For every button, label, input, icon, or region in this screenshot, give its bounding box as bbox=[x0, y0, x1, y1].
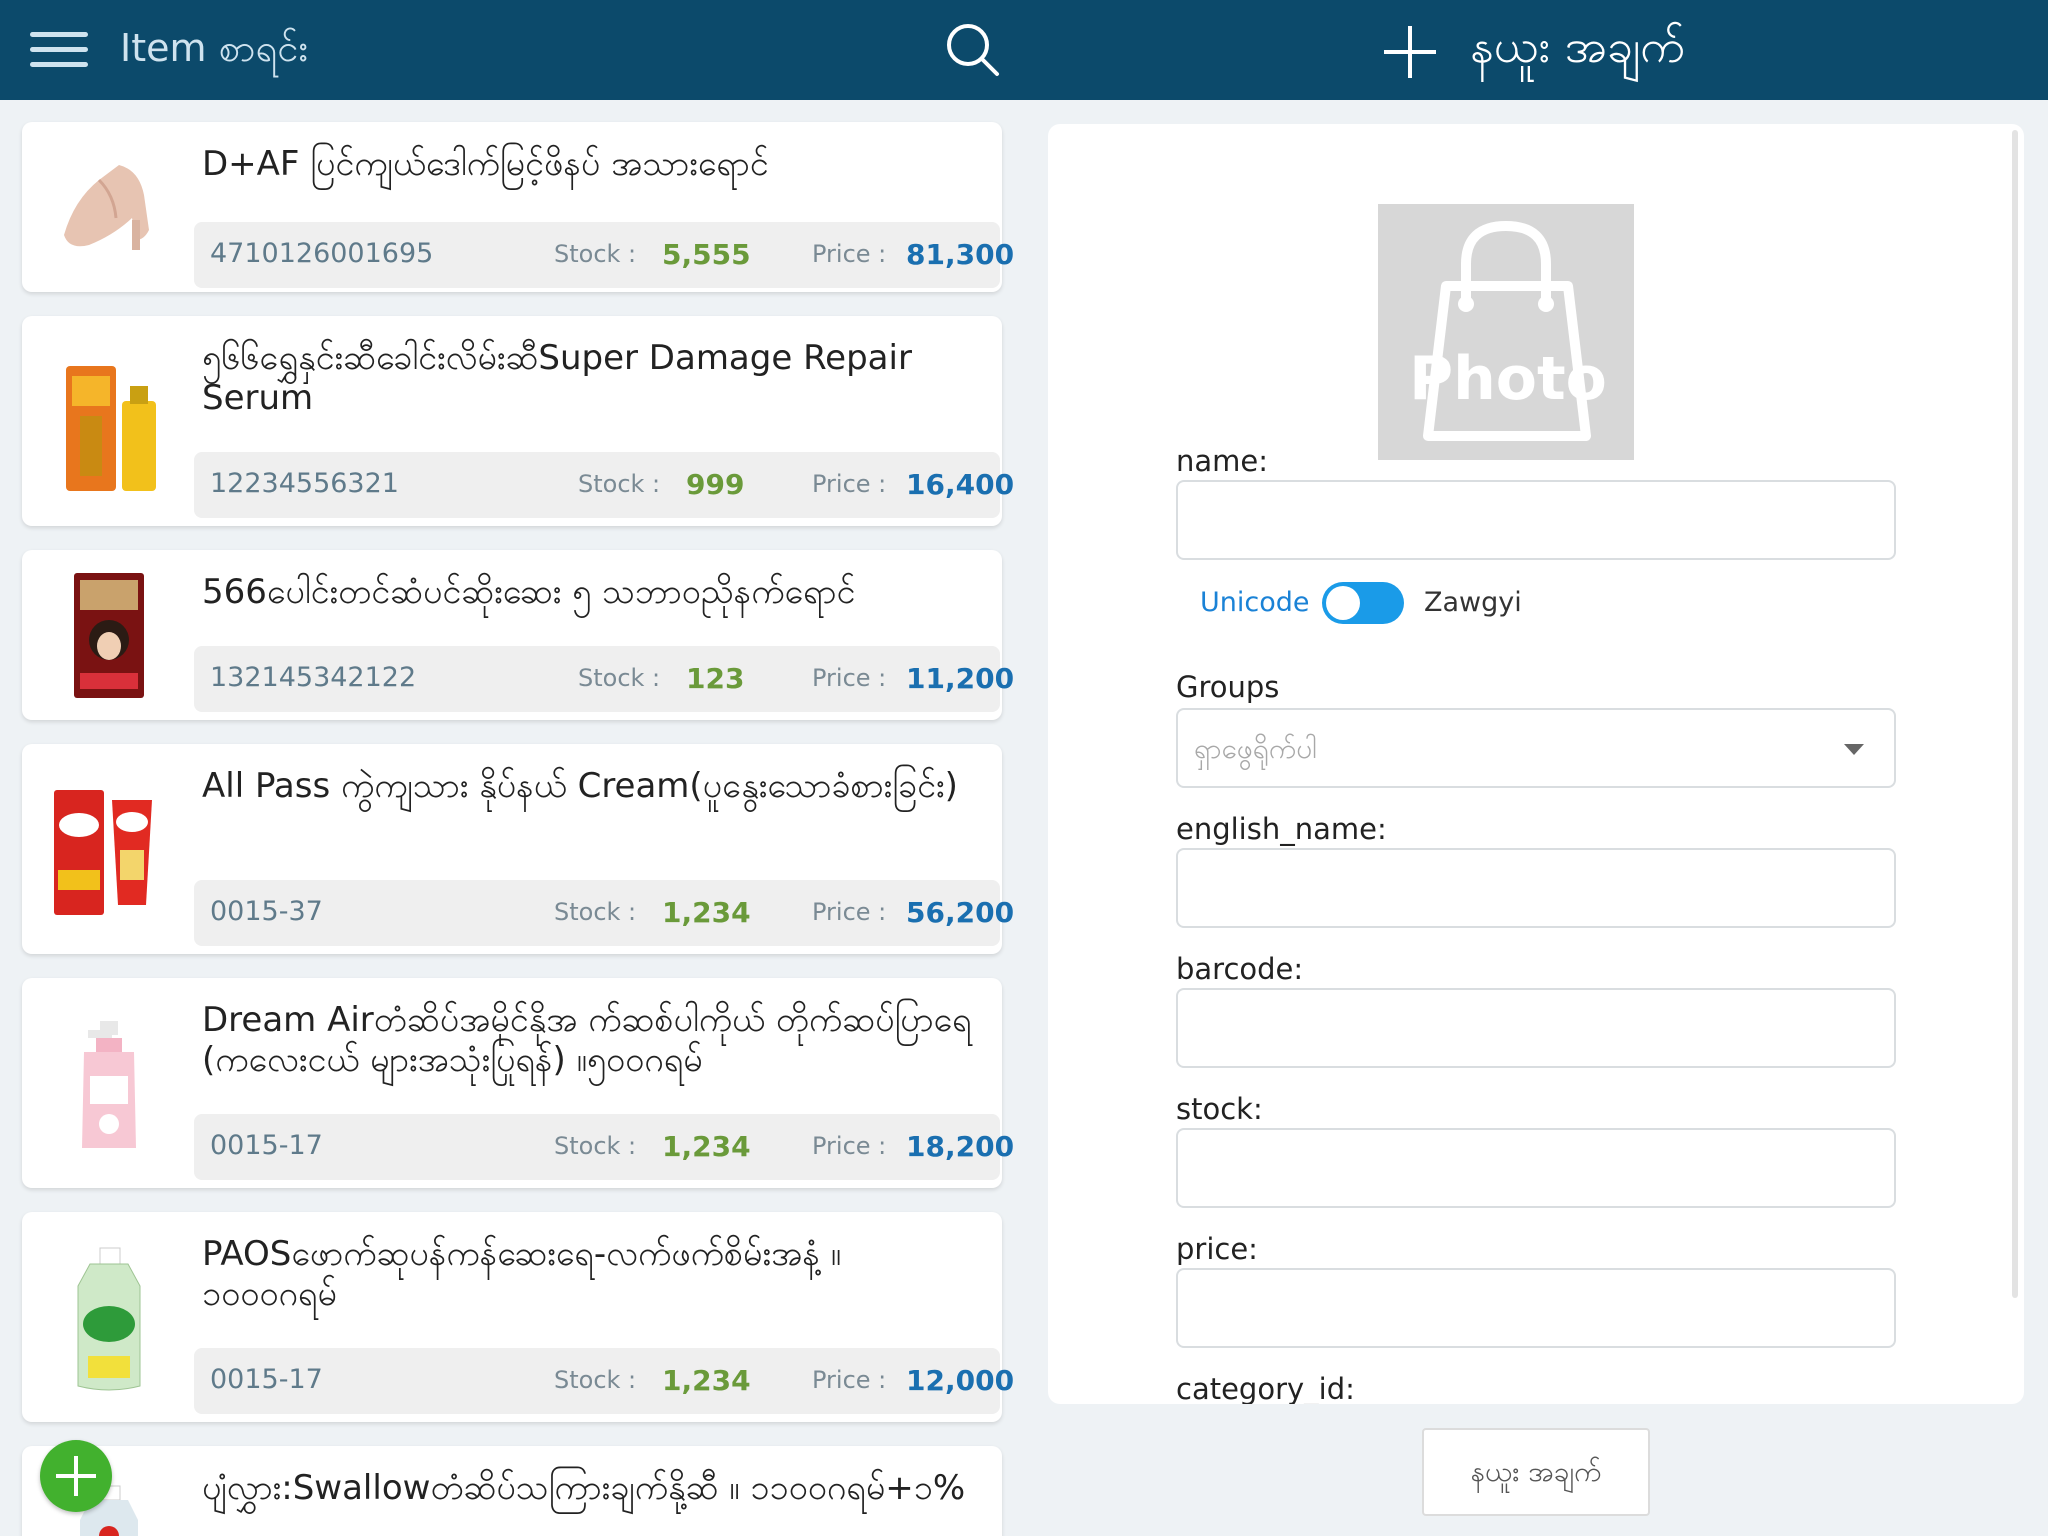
item-title: ပျံလွှား:Swallowတံဆိပ်သကြားချက်နို့ဆီ ။ … bbox=[202, 1468, 966, 1508]
item-meta: 0015-37 Stock : 1,234 Price : 56,200 bbox=[194, 880, 1014, 946]
item-code: 12234556321 bbox=[210, 468, 399, 499]
item-card[interactable]: 566ပေါင်းတင်ဆံပင်ဆိုးဆေး ၅ သဘာဝညိုနက်ရော… bbox=[22, 550, 1014, 720]
item-title: 566ပေါင်းတင်ဆံပင်ဆိုးဆေး ၅ သဘာဝညိုနက်ရော… bbox=[202, 572, 856, 612]
name-label: name: bbox=[1176, 444, 1269, 478]
item-meta: 0015-17 Stock : 1,234 Price : 18,200 bbox=[194, 1114, 1014, 1180]
price-label: Price : bbox=[812, 470, 887, 498]
floating-add-button[interactable] bbox=[40, 1440, 112, 1512]
pink-pump-bottle-image bbox=[44, 1016, 174, 1156]
add-icon[interactable] bbox=[1380, 24, 1440, 80]
photo-placeholder[interactable]: Photo bbox=[1378, 204, 1634, 460]
stock-label: Stock : bbox=[578, 470, 661, 498]
zawgyi-label: Zawgyi bbox=[1424, 587, 1522, 618]
item-card[interactable]: Dream Airတံဆိပ်အမိုင်နိုအ က်ဆစ်ပါကိုယ် တ… bbox=[22, 978, 1014, 1188]
unicode-label: Unicode bbox=[1200, 587, 1310, 618]
price-input[interactable] bbox=[1176, 1268, 1896, 1348]
item-title: D+AF ပြင်ကျယ်ဒေါက်မြင့်ဖိနပ် အသားရောင် bbox=[202, 144, 769, 184]
hamburger-menu-icon[interactable] bbox=[30, 28, 90, 72]
stock-label: Stock : bbox=[554, 240, 637, 268]
beige-high-heel-shoe-image bbox=[44, 140, 174, 270]
item-card[interactable]: All Pass ကွဲကျသား နိုပ်နယ် Cream(ပူနွေးသ… bbox=[22, 744, 1014, 954]
item-card[interactable]: ပျံလွှား:Swallowတံဆိပ်သကြားချက်နို့ဆီ ။ … bbox=[22, 1446, 1002, 1536]
caret-down-icon bbox=[1844, 744, 1864, 755]
barcode-label: barcode: bbox=[1176, 952, 1304, 986]
price-label: Price : bbox=[812, 898, 887, 926]
top-bar: Item စာရင်း နယူး အချက် bbox=[0, 0, 2048, 100]
form-scrollbar[interactable] bbox=[2012, 130, 2018, 1298]
stock-label: Stock : bbox=[578, 664, 661, 692]
item-title: Dream Airတံဆိပ်အမိုင်နိုအ က်ဆစ်ပါကိုယ် တ… bbox=[202, 1000, 972, 1080]
price-value: 18,200 bbox=[906, 1130, 1015, 1163]
price-value: 16,400 bbox=[906, 468, 1015, 501]
category-id-label: category_id: bbox=[1176, 1372, 1355, 1404]
stock-value: 5,555 bbox=[662, 238, 751, 271]
price-value: 81,300 bbox=[906, 238, 1015, 271]
cream-box-and-tube-image bbox=[44, 780, 174, 920]
stock-label: Stock : bbox=[554, 1132, 637, 1160]
shopping-bag-icon: Photo bbox=[1409, 220, 1607, 441]
item-card[interactable]: D+AF ပြင်ကျယ်ဒေါက်မြင့်ဖိနပ် အသားရောင် 4… bbox=[22, 122, 1014, 292]
item-code: 0015-17 bbox=[210, 1364, 323, 1395]
groups-select[interactable]: ရှာဖွေရိုက်ပါ bbox=[1176, 708, 1896, 788]
item-code: 0015-37 bbox=[210, 896, 323, 927]
price-value: 12,000 bbox=[906, 1364, 1015, 1397]
item-code: 4710126001695 bbox=[210, 238, 434, 269]
toggle-knob bbox=[1326, 586, 1360, 620]
item-meta: 0015-17 Stock : 1,234 Price : 12,000 bbox=[194, 1348, 1014, 1414]
stock-value: 1,234 bbox=[662, 896, 751, 929]
save-new-item-button[interactable]: နယူး အချက် bbox=[1422, 1428, 1650, 1516]
item-card[interactable]: PAOSဖောက်ဆုပန်ကန်ဆေးရေ-လက်ဖက်စိမ်းအနံ့ ။… bbox=[22, 1212, 1014, 1422]
stock-value: 1,234 bbox=[662, 1130, 751, 1163]
english-name-input[interactable] bbox=[1176, 848, 1896, 928]
stock-label: Stock : bbox=[554, 1366, 637, 1394]
stock-value: 999 bbox=[686, 468, 745, 501]
new-item-title: နယူး အချက် bbox=[1470, 19, 1686, 73]
name-input[interactable] bbox=[1176, 480, 1896, 560]
category-label-clip: category_id: bbox=[1048, 1360, 2024, 1404]
price-label: Price : bbox=[812, 664, 887, 692]
item-meta: 4710126001695 Stock : 5,555 Price : 81,3… bbox=[194, 222, 1014, 288]
price-value: 11,200 bbox=[906, 662, 1015, 695]
barcode-input[interactable] bbox=[1176, 988, 1896, 1068]
page-title: Item စာရင်း bbox=[120, 26, 309, 70]
price-label: Price : bbox=[812, 1132, 887, 1160]
stock-label: Stock : bbox=[554, 898, 637, 926]
stock-field-label: stock: bbox=[1176, 1092, 1263, 1126]
photo-text: Photo bbox=[1409, 344, 1607, 414]
hair-serum-box-and-bottle-image bbox=[44, 346, 174, 496]
item-card[interactable]: ၅၆၆ရွှေနှင်းဆီခေါင်းလိမ်းဆီSuper Damage … bbox=[22, 316, 1014, 526]
item-title: ၅၆၆ရွှေနှင်းဆီခေါင်းလိမ်းဆီSuper Damage … bbox=[202, 338, 912, 418]
item-code: 132145342122 bbox=[210, 662, 417, 693]
price-label: Price : bbox=[812, 1366, 887, 1394]
price-value: 56,200 bbox=[906, 896, 1015, 929]
item-code: 0015-17 bbox=[210, 1130, 323, 1161]
search-icon[interactable] bbox=[945, 22, 1001, 78]
hair-dye-box-image bbox=[44, 568, 174, 703]
english-name-label: english_name: bbox=[1176, 812, 1387, 846]
stock-value: 123 bbox=[686, 662, 745, 695]
item-meta: 12234556321 Stock : 999 Price : 16,400 bbox=[194, 452, 1014, 518]
item-title: All Pass ကွဲကျသား နိုပ်နယ် Cream(ပူနွေးသ… bbox=[202, 766, 958, 806]
stock-value: 1,234 bbox=[662, 1364, 751, 1397]
price-label: Price : bbox=[812, 240, 887, 268]
price-field-label: price: bbox=[1176, 1232, 1258, 1266]
groups-placeholder: ရှာဖွေရိုက်ပါ bbox=[1194, 732, 1318, 765]
font-encoding-toggle[interactable] bbox=[1322, 582, 1404, 624]
item-title: PAOSဖောက်ဆုပန်ကန်ဆေးရေ-လက်ဖက်စိမ်းအနံ့ ။… bbox=[202, 1234, 842, 1314]
stock-input[interactable] bbox=[1176, 1128, 1896, 1208]
dishwashing-liquid-bottle-image bbox=[44, 1246, 174, 1396]
item-meta: 132145342122 Stock : 123 Price : 11,200 bbox=[194, 646, 1014, 712]
groups-label: Groups bbox=[1176, 670, 1280, 704]
